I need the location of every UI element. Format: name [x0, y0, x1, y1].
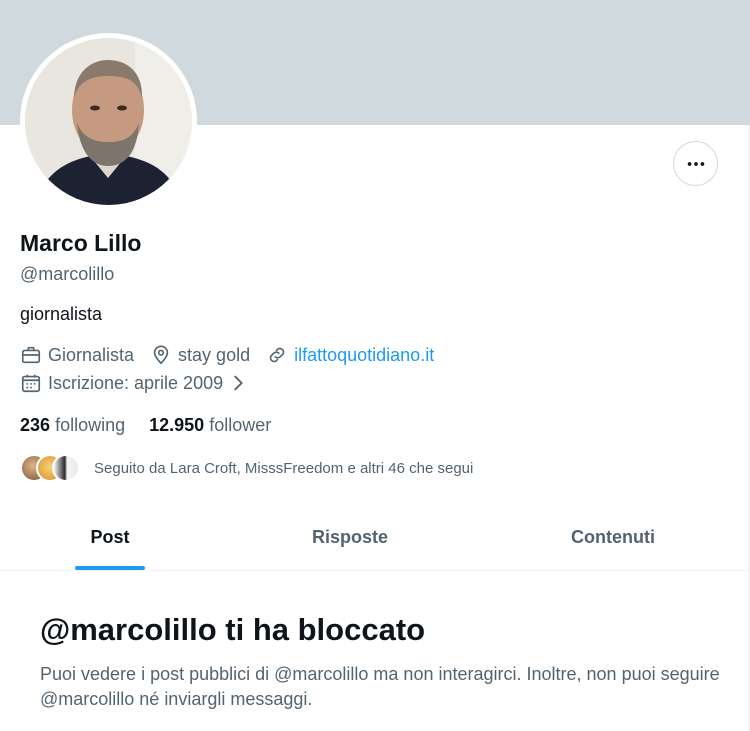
followers-link[interactable]: 12.950 follower	[149, 415, 271, 436]
followed-by-text: Seguito da Lara Croft, MisssFreedom e al…	[94, 459, 474, 477]
calendar-icon	[21, 374, 41, 393]
location-label: stay gold	[178, 344, 251, 365]
following-count: 236	[20, 415, 51, 435]
profile-avatar[interactable]	[20, 33, 197, 210]
following-link[interactable]: 236 following	[20, 415, 125, 436]
followed-by[interactable]: Seguito da Lara Croft, MisssFreedom e al…	[20, 452, 473, 484]
followed-by-avatars	[20, 452, 80, 484]
chevron-right-icon	[234, 375, 243, 391]
following-label: following	[55, 415, 126, 435]
joined-label: Iscrizione: aprile 2009	[48, 372, 224, 393]
briefcase-icon	[21, 346, 41, 364]
more-options-button[interactable]	[673, 141, 718, 186]
location-pin-icon	[153, 345, 169, 365]
profile-tabs: Post Risposte Contenuti	[0, 503, 748, 571]
followers-count: 12.950	[149, 415, 205, 435]
profile-bio: giornalista	[20, 304, 103, 324]
active-tab-indicator	[75, 566, 145, 570]
website-item[interactable]: ilfattoquotidiano.it	[266, 344, 434, 366]
joined-item[interactable]: Iscrizione: aprile 2009	[20, 372, 255, 394]
profile-handle: @marcolillo	[20, 264, 115, 284]
follow-stats: 236 following 12.950 follower	[20, 415, 295, 436]
tab-label: Post	[90, 526, 130, 547]
blocked-title: @marcolillo ti ha bloccato	[40, 612, 426, 647]
location-item: stay gold	[150, 344, 250, 366]
follower-avatar	[52, 454, 80, 482]
more-horizontal-icon	[687, 161, 704, 166]
avatar-photo	[25, 38, 192, 205]
website-link[interactable]: ilfattoquotidiano.it	[294, 345, 434, 366]
avatar-image	[25, 38, 192, 205]
blocked-message: Puoi vedere i post pubblici di @marcolil…	[40, 664, 720, 709]
profession-item: Giornalista	[20, 344, 134, 366]
tab-contenuti[interactable]: Contenuti	[503, 503, 723, 571]
profession-label: Giornalista	[48, 344, 135, 365]
joined-row[interactable]: Iscrizione: aprile 2009	[20, 372, 271, 394]
tab-label: Contenuti	[571, 526, 655, 547]
link-icon	[269, 347, 285, 363]
followers-label: follower	[209, 415, 272, 435]
tab-post[interactable]: Post	[0, 503, 220, 571]
profile-meta-row: Giornalista stay gold ilfattoquotidiano.…	[20, 344, 450, 366]
tab-risposte[interactable]: Risposte	[240, 503, 460, 571]
tab-label: Risposte	[311, 526, 389, 547]
profile-name: Marco Lillo	[20, 230, 142, 256]
